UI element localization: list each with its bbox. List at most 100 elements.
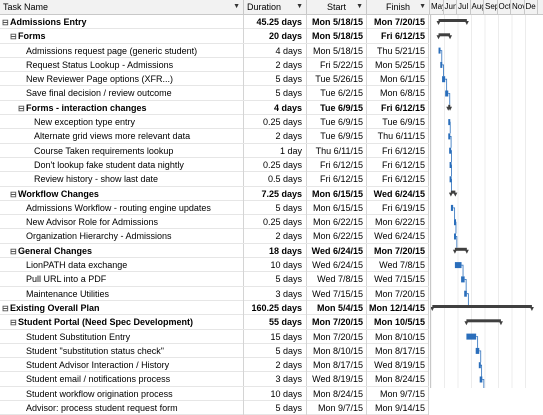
column-header-finish[interactable]: Finish ▼: [367, 0, 430, 14]
duration-cell[interactable]: 5 days: [244, 200, 307, 215]
task-name-cell[interactable]: Advisor: process student request form: [0, 401, 244, 415]
finish-cell[interactable]: Fri 6/12/15: [367, 157, 429, 172]
finish-cell[interactable]: Thu 6/11/15: [367, 129, 429, 144]
task-name-cell[interactable]: LionPATH data exchange: [0, 258, 244, 273]
task-name-cell[interactable]: ⊟Student Portal (Need Spec Development): [0, 315, 244, 330]
task-row[interactable]: Student workflow origination process 10 d…: [0, 386, 429, 402]
task-row[interactable]: Maintenance Utilities 3 days Wed 7/15/15 Mo…: [0, 286, 429, 301]
task-row[interactable]: Advisor: process student request form 5 d…: [0, 401, 429, 415]
duration-cell[interactable]: 160.25 days: [244, 300, 307, 315]
duration-cell[interactable]: 10 days: [244, 386, 307, 401]
collapse-toggle-icon[interactable]: ⊟: [10, 30, 18, 43]
duration-cell[interactable]: 0.5 days: [244, 172, 307, 187]
chevron-down-icon[interactable]: ▼: [296, 0, 303, 14]
task-row[interactable]: Student "substitution status check" 5 day…: [0, 343, 429, 359]
task-name-cell[interactable]: Student email / notifications process: [0, 372, 244, 387]
task-row[interactable]: Admissions Workflow - routing engine upd…: [0, 200, 429, 216]
start-cell[interactable]: Mon 8/17/15: [307, 358, 367, 373]
task-bar[interactable]: [479, 376, 483, 383]
task-name-cell[interactable]: Admissions Workflow - routing engine upd…: [0, 200, 244, 215]
task-row[interactable]: New exception type entry 0.25 days Tue 6/9…: [0, 115, 429, 130]
duration-cell[interactable]: 2 days: [244, 57, 307, 72]
column-header-duration[interactable]: Duration ▼: [244, 0, 307, 14]
finish-cell[interactable]: Mon 8/17/15: [367, 343, 429, 358]
task-name-cell[interactable]: Don't lookup fake student data nightly: [0, 157, 244, 172]
duration-cell[interactable]: 2 days: [244, 129, 307, 144]
start-cell[interactable]: Thu 6/11/15: [307, 143, 367, 158]
finish-cell[interactable]: Mon 8/10/15: [367, 329, 429, 344]
column-header-start[interactable]: Start ▼: [307, 0, 367, 14]
summary-bar[interactable]: [438, 33, 451, 37]
task-row[interactable]: Admissions request page (generic student…: [0, 43, 429, 58]
task-name-cell[interactable]: New exception type entry: [0, 115, 244, 130]
duration-cell[interactable]: 2 days: [244, 358, 307, 373]
start-cell[interactable]: Mon 6/15/15: [307, 186, 367, 201]
task-name-cell[interactable]: ⊟Workflow Changes: [0, 186, 244, 201]
start-cell[interactable]: Mon 9/7/15: [307, 401, 367, 415]
task-row[interactable]: Save final decision / review outcome 5 da…: [0, 86, 429, 101]
duration-cell[interactable]: 1 day: [244, 143, 307, 158]
task-bar[interactable]: [440, 61, 443, 68]
start-cell[interactable]: Tue 5/26/15: [307, 72, 367, 87]
finish-cell[interactable]: Fri 6/12/15: [367, 172, 429, 187]
start-cell[interactable]: Mon 5/4/15: [307, 300, 367, 315]
chevron-down-icon[interactable]: ▼: [356, 0, 363, 14]
collapse-toggle-icon[interactable]: ⊟: [10, 316, 18, 329]
finish-cell[interactable]: Fri 6/12/15: [367, 100, 429, 115]
duration-cell[interactable]: 5 days: [244, 343, 307, 358]
collapse-toggle-icon[interactable]: ⊟: [10, 245, 18, 258]
start-cell[interactable]: Mon 5/18/15: [307, 43, 367, 58]
finish-cell[interactable]: Mon 7/20/15: [367, 15, 429, 29]
task-name-cell[interactable]: ⊟General Changes: [0, 243, 244, 258]
task-row[interactable]: Pull URL into a PDF 5 days Wed 7/8/15 Wed 7…: [0, 272, 429, 287]
summary-task-row[interactable]: ⊟Forms - interaction changes 4 days Tue 6/…: [0, 100, 429, 116]
collapse-toggle-icon[interactable]: ⊟: [2, 302, 10, 315]
task-name-cell[interactable]: Student Advisor Interaction / History: [0, 358, 244, 373]
task-bar[interactable]: [461, 276, 465, 283]
task-name-cell[interactable]: ⊟Forms - interaction changes: [0, 100, 244, 115]
task-name-cell[interactable]: Admissions request page (generic student…: [0, 43, 244, 58]
duration-cell[interactable]: 0.25 days: [244, 115, 307, 130]
start-cell[interactable]: Mon 5/18/15: [307, 29, 367, 44]
task-row[interactable]: Review history - show last date 0.5 days F…: [0, 172, 429, 187]
duration-cell[interactable]: 5 days: [244, 72, 307, 87]
task-name-cell[interactable]: Student Substitution Entry: [0, 329, 244, 344]
task-bar[interactable]: [454, 262, 462, 269]
task-row[interactable]: Don't lookup fake student data nightly 0.…: [0, 157, 429, 173]
task-name-cell[interactable]: Review history - show last date: [0, 172, 244, 187]
duration-cell[interactable]: 4 days: [244, 43, 307, 58]
task-row[interactable]: Request Status Lookup - Admissions 2 days…: [0, 57, 429, 73]
collapse-toggle-icon[interactable]: ⊟: [2, 16, 10, 29]
task-row[interactable]: LionPATH data exchange 10 days Wed 6/24/15…: [0, 258, 429, 273]
start-cell[interactable]: Wed 6/24/15: [307, 258, 367, 273]
duration-cell[interactable]: 0.25 days: [244, 215, 307, 230]
finish-cell[interactable]: Wed 6/24/15: [367, 186, 429, 201]
start-cell[interactable]: Tue 6/9/15: [307, 129, 367, 144]
duration-cell[interactable]: 20 days: [244, 29, 307, 44]
finish-cell[interactable]: Mon 6/22/15: [367, 215, 429, 230]
task-row[interactable]: Student Substitution Entry 15 days Mon 7/2…: [0, 329, 429, 344]
finish-cell[interactable]: Wed 7/15/15: [367, 272, 429, 287]
start-cell[interactable]: Wed 7/15/15: [307, 286, 367, 301]
start-cell[interactable]: Fri 6/12/15: [307, 157, 367, 172]
task-name-cell[interactable]: Pull URL into a PDF: [0, 272, 244, 287]
start-cell[interactable]: Mon 6/22/15: [307, 229, 367, 244]
duration-cell[interactable]: 3 days: [244, 372, 307, 387]
finish-cell[interactable]: Mon 6/1/15: [367, 72, 429, 87]
duration-cell[interactable]: 3 days: [244, 286, 307, 301]
task-bar[interactable]: [450, 204, 454, 211]
duration-cell[interactable]: 18 days: [244, 243, 307, 258]
duration-cell[interactable]: 5 days: [244, 86, 307, 101]
task-name-cell[interactable]: ⊟Forms: [0, 29, 244, 44]
finish-cell[interactable]: Mon 8/24/15: [367, 372, 429, 387]
finish-cell[interactable]: Mon 12/14/15: [367, 300, 429, 315]
finish-cell[interactable]: Mon 9/7/15: [367, 386, 429, 401]
start-cell[interactable]: Wed 8/19/15: [307, 372, 367, 387]
start-cell[interactable]: Fri 5/22/15: [307, 57, 367, 72]
task-bar[interactable]: [464, 290, 467, 297]
start-cell[interactable]: Mon 7/20/15: [307, 315, 367, 330]
finish-cell[interactable]: Tue 6/9/15: [367, 115, 429, 130]
task-bar[interactable]: [466, 333, 477, 340]
task-bar[interactable]: [438, 47, 441, 54]
start-cell[interactable]: Wed 6/24/15: [307, 243, 367, 258]
